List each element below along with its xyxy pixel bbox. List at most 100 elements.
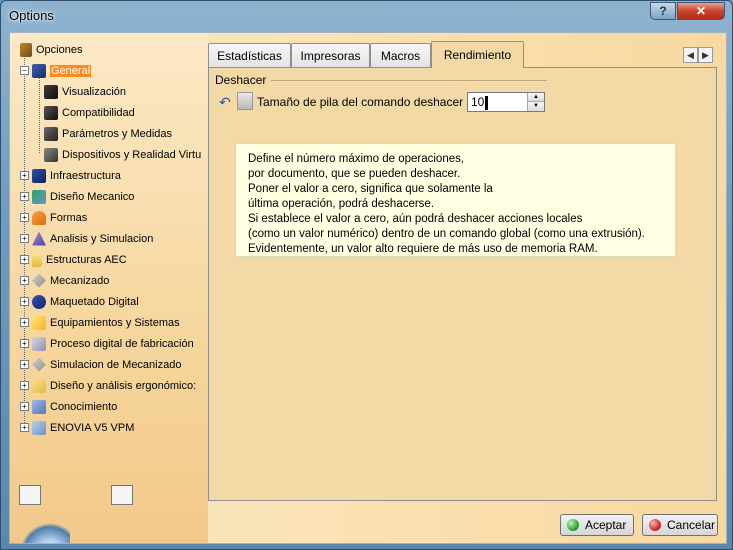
expand-icon[interactable]: + <box>20 192 29 201</box>
expand-icon[interactable]: + <box>20 381 29 390</box>
globe-decoration <box>10 513 70 543</box>
expand-icon[interactable]: + <box>20 318 29 327</box>
tree-item-mecanizado[interactable]: + Mecanizado <box>20 270 210 291</box>
tree-item-simulacion[interactable]: + Simulacion de Mecanizado <box>20 354 210 375</box>
spinner-down-icon[interactable]: ▼ <box>528 102 544 111</box>
tree-item-label: Visualización <box>62 85 127 98</box>
tooltip-line: última operación, podrá deshacerse. <box>248 198 435 210</box>
infrastructure-icon <box>32 168 46 183</box>
reset-options-icon[interactable] <box>19 485 41 505</box>
tab-macros[interactable]: Macros <box>370 43 431 67</box>
group-divider <box>271 80 547 81</box>
tab-estadisticas[interactable]: Estadísticas <box>208 43 291 67</box>
tree-root-label: Opciones <box>36 43 83 56</box>
tab-scroll-right-icon[interactable]: ▶ <box>698 47 713 63</box>
tree-item-estructuras[interactable]: + Estructuras AEC <box>20 249 210 270</box>
expand-icon[interactable]: + <box>20 339 29 348</box>
compatibility-icon <box>44 105 58 120</box>
expand-icon[interactable]: + <box>20 255 29 264</box>
tooltip-line: Define el número máximo de operaciones, <box>248 153 465 165</box>
options-icon <box>20 42 32 57</box>
undo-stack-label: Tamaño de pila del comando deshacer <box>257 95 464 109</box>
tree-item-maquetado[interactable]: + Maquetado Digital <box>20 291 210 312</box>
knowledge-icon <box>32 399 46 414</box>
tree-item-label: ENOVIA V5 VPM <box>50 421 135 434</box>
tree-item-label: Estructuras AEC <box>46 253 127 266</box>
tree-item-compatibilidad[interactable]: Compatibilidad <box>20 102 210 123</box>
analysis-icon <box>32 231 46 246</box>
expand-icon[interactable]: + <box>20 297 29 306</box>
rendimiento-panel: Deshacer ↶ Tamaño de pila del comando de… <box>208 67 717 501</box>
tree-root[interactable]: Opciones <box>20 39 210 60</box>
expand-icon[interactable]: + <box>20 423 29 432</box>
tree-item-visualizacion[interactable]: Visualización <box>20 81 210 102</box>
tree-item-dispositivos[interactable]: Dispositivos y Realidad Virtu <box>20 144 210 165</box>
tree-item-equipamientos[interactable]: + Equipamientos y Sistemas <box>20 312 210 333</box>
expand-icon[interactable]: + <box>20 402 29 411</box>
dialog-client-area: Opciones − General Visualización Compati… <box>9 32 727 544</box>
text-cursor <box>485 96 488 110</box>
tab-scroll-left-icon[interactable]: ◀ <box>683 47 698 63</box>
lock-options-icon[interactable] <box>111 485 133 505</box>
tooltip-line: Poner el valor a cero, significa que sol… <box>248 183 493 195</box>
tree-item-conocimiento[interactable]: + Conocimiento <box>20 396 210 417</box>
undo-icon: ↶ <box>219 94 231 110</box>
tree-item-label: Analisis y Simulacion <box>50 232 154 245</box>
tree-item-label: Mecanizado <box>50 274 110 287</box>
expand-icon[interactable]: + <box>20 234 29 243</box>
expand-icon[interactable]: + <box>20 276 29 285</box>
tree-item-label: Conocimiento <box>50 400 118 413</box>
tree-item-parametros[interactable]: Parámetros y Medidas <box>20 123 210 144</box>
expand-icon[interactable]: + <box>20 213 29 222</box>
options-window: Options ? ✕ Opciones − General Visualiza… <box>0 0 733 550</box>
tree-item-general[interactable]: − General <box>20 60 210 81</box>
tree-item-label: Equipamientos y Sistemas <box>50 316 180 329</box>
enovia-icon <box>32 420 46 435</box>
window-title: Options <box>9 8 54 23</box>
tree-item-enovia[interactable]: + ENOVIA V5 VPM <box>20 417 210 438</box>
tree-item-formas[interactable]: + Formas <box>20 207 210 228</box>
undo-stack-value[interactable]: 10 <box>471 95 484 109</box>
tree-item-label: Infraestructura <box>50 169 121 182</box>
undo-stack-spinner[interactable]: 10 ▲ ▼ <box>467 92 545 112</box>
collapse-icon[interactable]: − <box>20 66 29 75</box>
devices-icon <box>44 147 58 162</box>
ok-icon <box>567 519 579 531</box>
display-icon <box>44 84 58 99</box>
tooltip-line: por documento, que se pueden deshacer. <box>248 168 461 180</box>
cancel-button[interactable]: Cancelar <box>642 514 718 536</box>
spinner-buttons: ▲ ▼ <box>527 93 544 111</box>
tree-item-label: Diseño y análisis ergonómico: <box>50 379 197 392</box>
ergonomics-icon <box>32 378 46 393</box>
tab-rendimiento[interactable]: Rendimiento <box>431 41 524 68</box>
spinner-up-icon[interactable]: ▲ <box>528 93 544 102</box>
cancel-label: Cancelar <box>667 518 716 532</box>
tree-item-diseno-mecanico[interactable]: + Diseño Mecanico <box>20 186 210 207</box>
help-tooltip: Define el número máximo de operaciones, … <box>235 143 676 257</box>
tree-item-label: General <box>50 64 92 77</box>
manufacturing-icon <box>32 336 46 351</box>
help-button[interactable]: ? <box>650 2 676 20</box>
expand-icon[interactable]: + <box>20 171 29 180</box>
aec-icon <box>32 252 42 267</box>
digital-mockup-icon <box>32 294 46 309</box>
options-tree: Opciones − General Visualización Compati… <box>20 39 210 438</box>
tree-item-label: Formas <box>50 211 88 224</box>
mechanical-design-icon <box>32 189 46 204</box>
expand-icon[interactable]: + <box>20 360 29 369</box>
ok-button[interactable]: Aceptar <box>560 514 634 536</box>
tree-item-analisis[interactable]: + Analisis y Simulacion <box>20 228 210 249</box>
tooltip-line: (como un valor numérico) dentro de un co… <box>248 228 645 240</box>
tree-item-label: Proceso digital de fabricación <box>50 337 194 350</box>
tree-item-proceso[interactable]: + Proceso digital de fabricación <box>20 333 210 354</box>
tree-item-infraestructura[interactable]: + Infraestructura <box>20 165 210 186</box>
tab-impresoras[interactable]: Impresoras <box>291 43 370 67</box>
tree-item-label: Parámetros y Medidas <box>62 127 173 140</box>
cancel-icon <box>649 519 661 531</box>
close-button[interactable]: ✕ <box>677 2 725 20</box>
tree-item-label: Simulacion de Mecanizado <box>50 358 182 371</box>
lock-parameter-icon[interactable] <box>237 92 253 110</box>
tree-item-ergonomico[interactable]: + Diseño y análisis ergonómico: <box>20 375 210 396</box>
machining-simulation-icon <box>32 357 46 372</box>
title-bar[interactable]: Options ? ✕ <box>1 1 732 31</box>
